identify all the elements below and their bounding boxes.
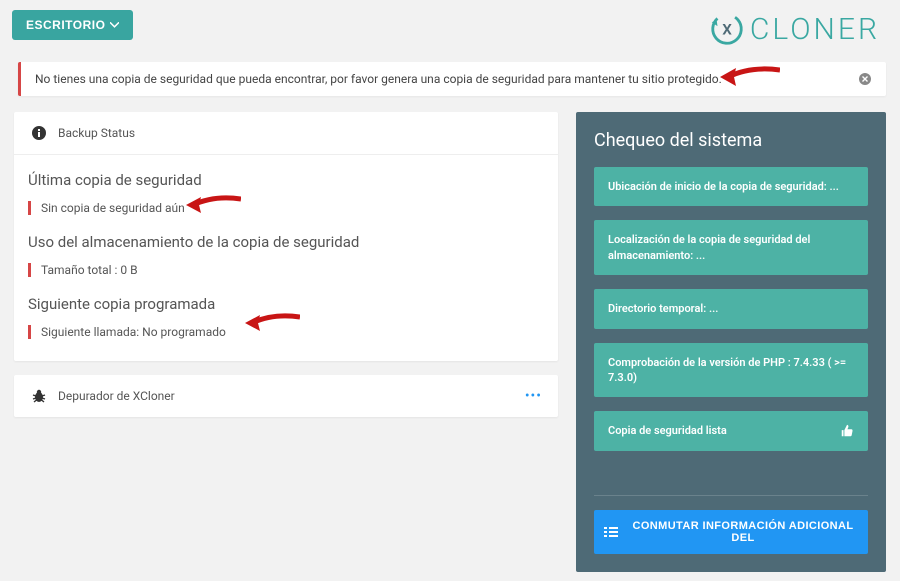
status-indicator [28,201,31,215]
check-item-php-version[interactable]: Comprobación de la versión de PHP : 7.4.… [594,343,868,398]
xcloner-logo: X CLONER [708,10,888,48]
debugger-label: Depurador de XCloner [58,389,175,403]
storage-status-row: Tamaño total : 0 B [28,259,544,285]
check-item-label: Copia de seguridad lista [608,423,727,438]
check-item-backup-ready[interactable]: Copia de seguridad lista [594,411,868,450]
last-backup-heading: Última copia de seguridad [28,171,544,189]
check-item-label: Directorio temporal: ... [608,301,718,316]
bug-icon [30,387,48,405]
check-item-temp-dir[interactable]: Directorio temporal: ... [594,289,868,328]
backup-status-card: Backup Status Última copia de seguridad … [14,112,558,361]
toggle-additional-info-button[interactable]: CONMUTAR INFORMACIÓN ADICIONAL DEL [594,510,868,554]
chevron-down-icon [110,22,119,28]
logo-icon: X [708,10,746,48]
escritorio-label: ESCRITORIO [26,18,105,32]
info-icon [30,124,48,142]
toggle-button-label: CONMUTAR INFORMACIÓN ADICIONAL DEL [628,520,858,544]
xcloner-debugger-card: Depurador de XCloner ••• [14,375,558,417]
alert-message: No tienes una copia de seguridad que pue… [35,72,722,86]
backup-status-title: Backup Status [58,126,135,140]
last-backup-status: Sin copia de seguridad aún [41,201,185,215]
check-item-storage-location[interactable]: Localización de la copia de seguridad de… [594,220,868,275]
storage-status: Tamaño total : 0 B [41,263,138,277]
escritorio-dropdown[interactable]: ESCRITORIO [12,10,133,40]
next-backup-heading: Siguiente copia programada [28,295,544,313]
card-header: Backup Status [14,112,558,155]
thumbs-up-icon [840,424,854,438]
list-icon [604,526,618,538]
last-backup-status-row: Sin copia de seguridad aún [28,197,544,223]
next-backup-status-row: Siguiente llamada: No programado [28,321,544,347]
status-indicator [28,263,31,277]
check-item-label: Localización de la copia de seguridad de… [608,232,854,263]
logo-text: CLONER [750,12,880,47]
check-item-label: Ubicación de inicio de la copia de segur… [608,179,839,194]
next-backup-status: Siguiente llamada: No programado [41,325,226,339]
status-indicator [28,325,31,339]
svg-text:X: X [722,21,732,39]
system-check-panel: Chequeo del sistema Ubicación de inicio … [576,112,886,572]
alert-close-icon[interactable] [858,72,872,86]
no-backup-alert: No tienes una copia de seguridad que pue… [18,62,886,96]
more-icon[interactable]: ••• [525,388,542,404]
check-item-label: Comprobación de la versión de PHP : 7.4.… [608,355,854,386]
storage-heading: Uso del almacenamiento de la copia de se… [28,233,544,251]
system-check-title: Chequeo del sistema [594,130,868,151]
check-item-backup-start-location[interactable]: Ubicación de inicio de la copia de segur… [594,167,868,206]
